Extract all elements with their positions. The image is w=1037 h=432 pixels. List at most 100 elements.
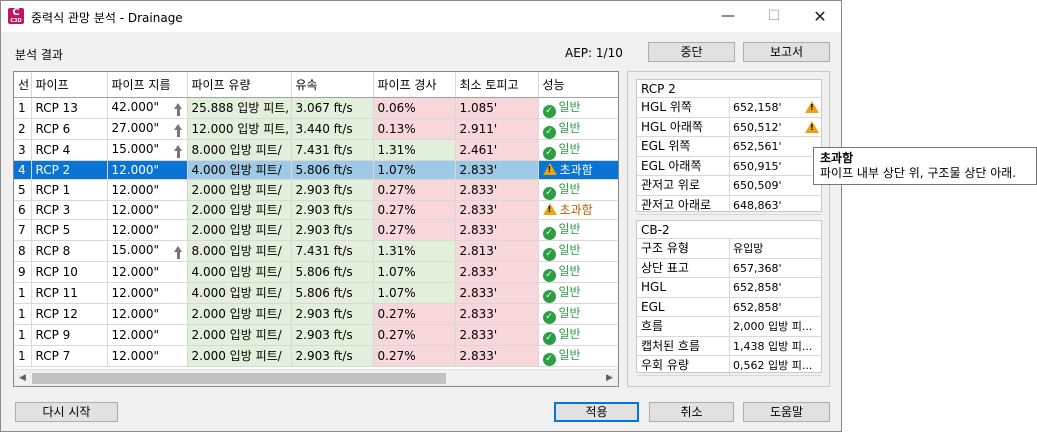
horizontal-scrollbar[interactable]: ◀ ▶ [14, 369, 618, 386]
property-value-text: 648,863' [733, 198, 782, 212]
scroll-right-icon[interactable]: ▶ [601, 370, 618, 386]
performance-cell: ✓ 일반 [538, 219, 618, 241]
column-header[interactable]: 유속 [291, 72, 374, 98]
pipe-flow-cell: 2.000 입방 피트/ [187, 303, 292, 325]
scroll-left-icon[interactable]: ◀ [14, 370, 31, 386]
min-cover-cell: 2.833' [455, 282, 539, 304]
restart-button[interactable]: 다시 시작 [15, 402, 118, 422]
cancel-button[interactable]: 취소 [649, 402, 734, 422]
exceeds-tooltip: 초과함 파이프 내부 상단 위, 구조물 상단 아래. [813, 147, 1037, 185]
performance-cell: ✓ 일반 [538, 139, 618, 161]
maximize-button[interactable]: ☐ [751, 1, 797, 32]
pipe-flow-cell: 25.888 입방 피트, [187, 97, 292, 119]
warning-icon[interactable]: ! [805, 120, 819, 133]
pipe-flow-cell: 2.000 입방 피트/ [187, 219, 292, 241]
table-row[interactable]: 1 RCP 11 12.000" 4.000 입방 피트/5.806 ft/s 1.07… [14, 282, 618, 304]
column-header[interactable]: 성능 [538, 72, 618, 98]
structure-properties-group: CB-2 구조 유형 유입망 상단 표고 657,368' HGL 652,858' EGL… [636, 220, 822, 376]
scrollbar-thumb[interactable] [32, 373, 446, 384]
pipe-flow-cell: 4.000 입방 피트/ [187, 282, 292, 304]
column-header[interactable]: 파이프 [31, 72, 108, 98]
warning-icon[interactable]: ! [805, 101, 819, 113]
min-cover-cell: 2.833' [455, 303, 539, 325]
min-cover-cell: 2.461' [455, 139, 539, 161]
table-row[interactable]: 1 RCP 9 12.000" 2.000 입방 피트/2.903 ft/s 0.27%… [14, 324, 618, 346]
pipe-diameter-value: 12.000" [111, 182, 160, 197]
performance-label: 일반 [558, 221, 581, 236]
row-index: 9 [14, 261, 32, 283]
size-up-arrow-icon [173, 102, 183, 116]
row-index: 2 [14, 118, 32, 140]
pipe-flow-cell: 2.000 입방 피트/ [187, 179, 292, 201]
property-name: 우회 유량 [641, 358, 689, 372]
apply-button[interactable]: 적용 [554, 402, 639, 422]
table-row[interactable]: 1 RCP 7 12.000" 2.000 입방 피트/2.903 ft/s 0.27%… [14, 345, 618, 367]
report-button[interactable]: 보고서 [743, 42, 830, 62]
tooltip-title: 초과함 [820, 151, 854, 165]
check-circle-icon: ✓ [542, 352, 556, 365]
property-row: 관저고 위로 650,509' [637, 176, 821, 196]
velocity-cell: 2.903 ft/s [291, 200, 374, 220]
table-row[interactable]: 4 RCP 2 12.000" 4.000 입방 피트/5.806 ft/s 1.07%… [14, 160, 618, 180]
property-name: EGL 아래쪽 [641, 158, 702, 173]
property-value: 652,858' [729, 297, 821, 317]
performance-cell: ! 초과함 [538, 160, 618, 180]
column-header[interactable]: 선 [14, 72, 32, 98]
pipe-slope-cell: 0.06% [373, 97, 456, 119]
help-button[interactable]: 도움말 [743, 402, 830, 422]
performance-cell: ! 초과함 [538, 200, 618, 220]
table-row[interactable]: 5 RCP 1 12.000" 2.000 입방 피트/2.903 ft/s 0.27%… [14, 179, 618, 201]
row-index: 5 [14, 179, 32, 201]
property-value-text: 652,158' [733, 101, 782, 114]
stop-button[interactable]: 중단 [648, 42, 735, 62]
property-row: HGL 아래쪽 650,512'! [637, 117, 821, 137]
performance-cell: ✓ 일반 [538, 261, 618, 283]
property-value-text: 650,509' [733, 179, 782, 192]
table-row[interactable]: 2 RCP 6 27.000" 12.000 입방 피트, 3.440 ft/s 0.13… [14, 118, 618, 140]
pipe-slope-cell: 0.13% [373, 118, 456, 140]
performance-label: 일반 [558, 99, 581, 114]
pipe-diameter-value: 12.000" [111, 348, 160, 363]
row-index: 1 [14, 303, 32, 325]
property-name: EGL 위쪽 [641, 139, 691, 153]
results-grid[interactable]: 선 파이프 파이프 지름 파이프 유량 유속 파이프 경사 최소 토피고 성능 1 RCP 13… [13, 71, 619, 387]
property-name: 캡처된 흐름 [641, 338, 701, 353]
table-row[interactable]: 1 RCP 12 12.000" 2.000 입방 피트/2.903 ft/s 0.27… [14, 303, 618, 325]
column-header[interactable]: 최소 토피고 [455, 72, 539, 98]
check-circle-icon: ✓ [542, 268, 556, 281]
velocity-cell: 5.806 ft/s [291, 261, 374, 283]
table-row[interactable]: 6 RCP 3 12.000" 2.000 입방 피트/2.903 ft/s 0.27%… [14, 200, 618, 220]
velocity-cell: 2.903 ft/s [291, 179, 374, 201]
pipe-diameter-value: 15.000" [111, 141, 160, 156]
min-cover-cell: 2.833' [455, 261, 539, 283]
table-row[interactable]: 9 RCP 10 12.000" 4.000 입방 피트/5.806 ft/s 1.07… [14, 261, 618, 283]
velocity-cell: 3.067 ft/s [291, 97, 374, 119]
property-value-text: 유입망 [733, 242, 764, 255]
pipe-diameter-cell: 12.000" [107, 219, 188, 241]
min-cover-cell: 2.833' [455, 179, 539, 201]
table-row[interactable]: 7 RCP 5 12.000" 2.000 입방 피트/2.903 ft/s 0.27%… [14, 219, 618, 241]
column-header[interactable]: 파이프 경사 [373, 72, 456, 98]
pipe-flow-cell: 4.000 입방 피트/ [187, 160, 292, 180]
pipe-name-cell: RCP 2 [31, 160, 108, 180]
pipe-flow-cell: 8.000 입방 피트/ [187, 139, 292, 161]
check-circle-icon: ✓ [542, 146, 556, 159]
property-name: 상단 표고 [641, 260, 689, 275]
table-row[interactable]: 3 RCP 4 15.000" 8.000 입방 피트/7.431 ft/s 1.31%… [14, 139, 618, 161]
column-header[interactable]: 파이프 지름 [107, 72, 188, 98]
minimize-button[interactable]: — [705, 1, 751, 32]
performance-label: 일반 [558, 120, 581, 135]
pipe-diameter-value: 12.000" [111, 285, 160, 300]
performance-label: 일반 [558, 326, 581, 341]
column-header[interactable]: 파이프 유량 [187, 72, 292, 98]
table-row[interactable]: 8 RCP 8 15.000" 8.000 입방 피트/7.431 ft/s 1.31%… [14, 240, 618, 262]
pipe-flow-cell: 2.000 입방 피트/ [187, 345, 292, 367]
property-value-text: 657,368' [733, 261, 782, 275]
window-title: 중력식 관망 분석 - Drainage [31, 11, 183, 25]
pipe-slope-cell: 0.27% [373, 179, 456, 201]
property-row: EGL 652,858' [637, 297, 821, 317]
pipe-slope-cell: 1.31% [373, 240, 456, 262]
close-button[interactable]: ✕ [797, 1, 843, 32]
analysis-results-label: 분석 결과 [15, 48, 63, 62]
table-row[interactable]: 1 RCP 13 42.000" 25.888 입방 피트, 3.067 ft/s 0.0… [14, 97, 618, 119]
